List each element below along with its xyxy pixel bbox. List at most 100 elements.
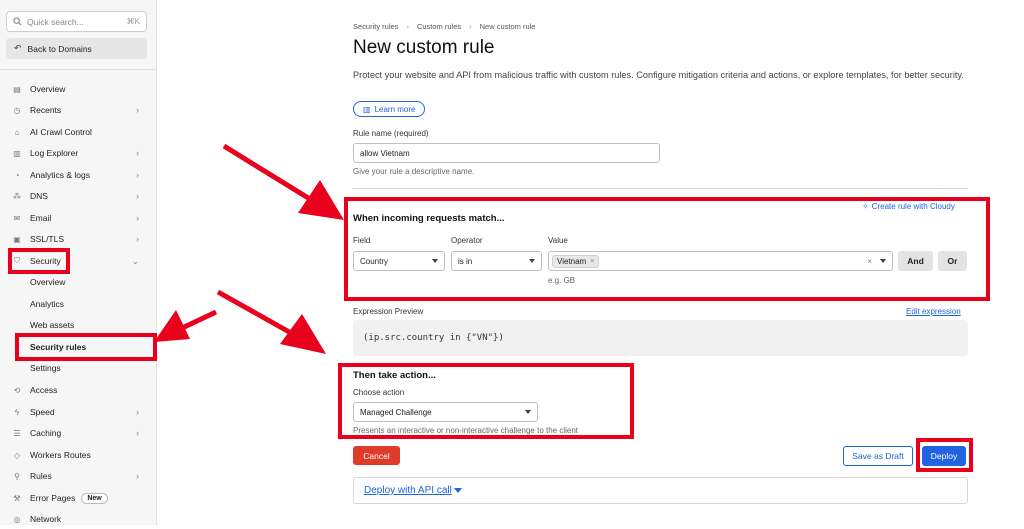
sidebar-sub-label: Analytics (30, 299, 65, 309)
sidebar-sub-security-rules[interactable]: Security rules (30, 337, 150, 357)
rules-icon: ⚲ (14, 471, 20, 481)
sidebar-item-error-pages[interactable]: ⚒ Error Pages New (0, 488, 157, 508)
chevron-right-icon: › (136, 170, 139, 180)
chevron-right-icon: › (136, 213, 139, 223)
sidebar-item-label: Log Explorer (30, 148, 79, 158)
sidebar: Quick search... ⌘K ↶ Back to Domains ▤ Ov… (0, 0, 157, 525)
sidebar-item-email[interactable]: ✉ Email › (0, 208, 157, 228)
learn-more-button[interactable]: ▥ Learn more (353, 101, 426, 117)
chevron-right-icon: › (136, 428, 139, 438)
sidebar-sub-label: Security rules (30, 342, 87, 352)
sidebar-item-label: Speed (30, 407, 55, 417)
action-section-title: Then take action... (353, 370, 436, 381)
breadcrumb-separator-icon: › (406, 22, 409, 31)
sparkle-icon: ✧ (862, 202, 869, 211)
wrench-icon: ⚒ (13, 493, 21, 503)
envelope-icon: ✉ (13, 213, 21, 223)
cancel-button[interactable]: Cancel (353, 446, 400, 465)
back-arrow-icon: ↶ (14, 43, 22, 53)
page-title: New custom rule (353, 37, 495, 58)
sidebar-item-label: Rules (30, 471, 52, 481)
rule-name-input[interactable]: allow Vietnam (353, 143, 660, 163)
expression-preview-code: (ip.src.country in {"VN"}) (353, 320, 968, 356)
chevron-right-icon: › (136, 234, 139, 244)
action-select-value: Managed Challenge (360, 407, 432, 417)
sidebar-item-label: Workers Routes (30, 450, 91, 460)
value-tag[interactable]: Vietnam × (552, 254, 600, 268)
breadcrumb-custom-rules[interactable]: Custom rules (417, 22, 461, 31)
network-icon: ⁂ (13, 191, 21, 201)
save-as-draft-button[interactable]: Save as Draft (843, 446, 913, 466)
value-label: Value (548, 236, 568, 245)
value-multiselect[interactable]: Vietnam × × (548, 251, 893, 271)
pin-icon: ◎ (13, 514, 21, 524)
arrow-to-security-rules (154, 309, 218, 342)
arrow-to-match-section (222, 143, 344, 220)
action-hint: Presents an interactive or non-interacti… (353, 426, 579, 435)
sidebar-item-network[interactable]: ◎ Network (0, 509, 157, 529)
rule-name-hint: Give your rule a descriptive name. (353, 167, 475, 176)
breadcrumb-security-rules[interactable]: Security rules (353, 22, 398, 31)
sidebar-item-log-explorer[interactable]: ▥ Log Explorer › (0, 143, 157, 163)
robot-icon: ⌂ (14, 127, 20, 137)
new-badge: New (81, 492, 108, 504)
deploy-with-api-panel[interactable]: Deploy with API call (353, 477, 968, 504)
chevron-right-icon: › (136, 105, 139, 115)
caret-down-icon (880, 259, 886, 263)
sidebar-item-label: SSL/TLS (30, 234, 65, 244)
cloudy-link-label: Create rule with Cloudy (871, 202, 955, 211)
choose-action-label: Choose action (353, 388, 405, 397)
field-select[interactable]: Country (353, 251, 445, 271)
clear-icon[interactable]: × (867, 257, 872, 266)
book-icon: ▥ (363, 104, 371, 114)
rule-name-label: Rule name (required) (353, 129, 429, 138)
create-rule-with-cloudy-link[interactable]: ✧ Create rule with Cloudy (862, 202, 955, 211)
remove-tag-icon[interactable]: × (590, 258, 594, 265)
sidebar-sub-analytics[interactable]: Analytics (30, 294, 150, 314)
operator-select[interactable]: is in (451, 251, 542, 271)
chart-icon: ◔ (14, 170, 20, 180)
sidebar-item-ai-crawl-control[interactable]: ⌂ AI Crawl Control (0, 122, 157, 142)
expression-preview-label: Expression Preview (353, 307, 424, 316)
deploy-with-api-link[interactable]: Deploy with API call (364, 485, 452, 496)
back-to-domains-button[interactable]: ↶ Back to Domains (6, 38, 147, 59)
sidebar-item-recents[interactable]: ◷ Recents › (0, 100, 157, 120)
sidebar-divider (0, 69, 157, 70)
sidebar-item-dns[interactable]: ⁂ DNS › (0, 186, 157, 206)
sidebar-sub-settings[interactable]: Settings (30, 358, 150, 378)
operator-label: Operator (451, 236, 483, 245)
clock-icon: ◷ (13, 105, 21, 115)
field-label: Field (353, 236, 371, 245)
quick-search-input[interactable]: Quick search... ⌘K (6, 11, 147, 32)
action-select[interactable]: Managed Challenge (353, 402, 538, 422)
workers-icon: ◇ (13, 450, 21, 460)
section-divider (353, 188, 968, 189)
sidebar-item-workers-routes[interactable]: ◇ Workers Routes (0, 445, 157, 465)
sidebar-item-label: Email (30, 213, 52, 223)
sidebar-item-security[interactable]: ⛉ Security ⌄ (0, 251, 157, 271)
sidebar-item-ssl-tls[interactable]: ▣ SSL/TLS › (0, 229, 157, 249)
chevron-right-icon: › (136, 471, 139, 481)
caret-down-icon (529, 259, 535, 263)
sidebar-sub-overview[interactable]: Overview (30, 272, 150, 292)
sidebar-sub-web-assets[interactable]: Web assets (30, 315, 150, 335)
sidebar-item-access[interactable]: ⟲ Access (0, 380, 157, 400)
deploy-button[interactable]: Deploy (922, 446, 966, 466)
search-placeholder: Quick search... (27, 16, 84, 27)
and-button[interactable]: And (898, 251, 933, 271)
sidebar-item-caching[interactable]: ☰ Caching › (0, 423, 157, 443)
sidebar-item-label: Analytics & logs (30, 170, 90, 180)
or-button[interactable]: Or (938, 251, 967, 271)
match-section-title: When incoming requests match... (353, 213, 505, 224)
chevron-right-icon: › (136, 407, 139, 417)
sidebar-item-rules[interactable]: ⚲ Rules › (0, 466, 157, 486)
sidebar-item-analytics-logs[interactable]: ◔ Analytics & logs › (0, 165, 157, 185)
operator-select-value: is in (458, 256, 473, 266)
edit-expression-link[interactable]: Edit expression (906, 307, 961, 316)
sidebar-item-label: Recents (30, 105, 62, 115)
sidebar-item-speed[interactable]: ϟ Speed › (0, 402, 157, 422)
sidebar-sub-label: Overview (30, 277, 66, 287)
search-shortcut: ⌘K (126, 17, 140, 26)
bolt-icon: ϟ (14, 407, 20, 417)
sidebar-item-overview[interactable]: ▤ Overview (0, 79, 157, 99)
